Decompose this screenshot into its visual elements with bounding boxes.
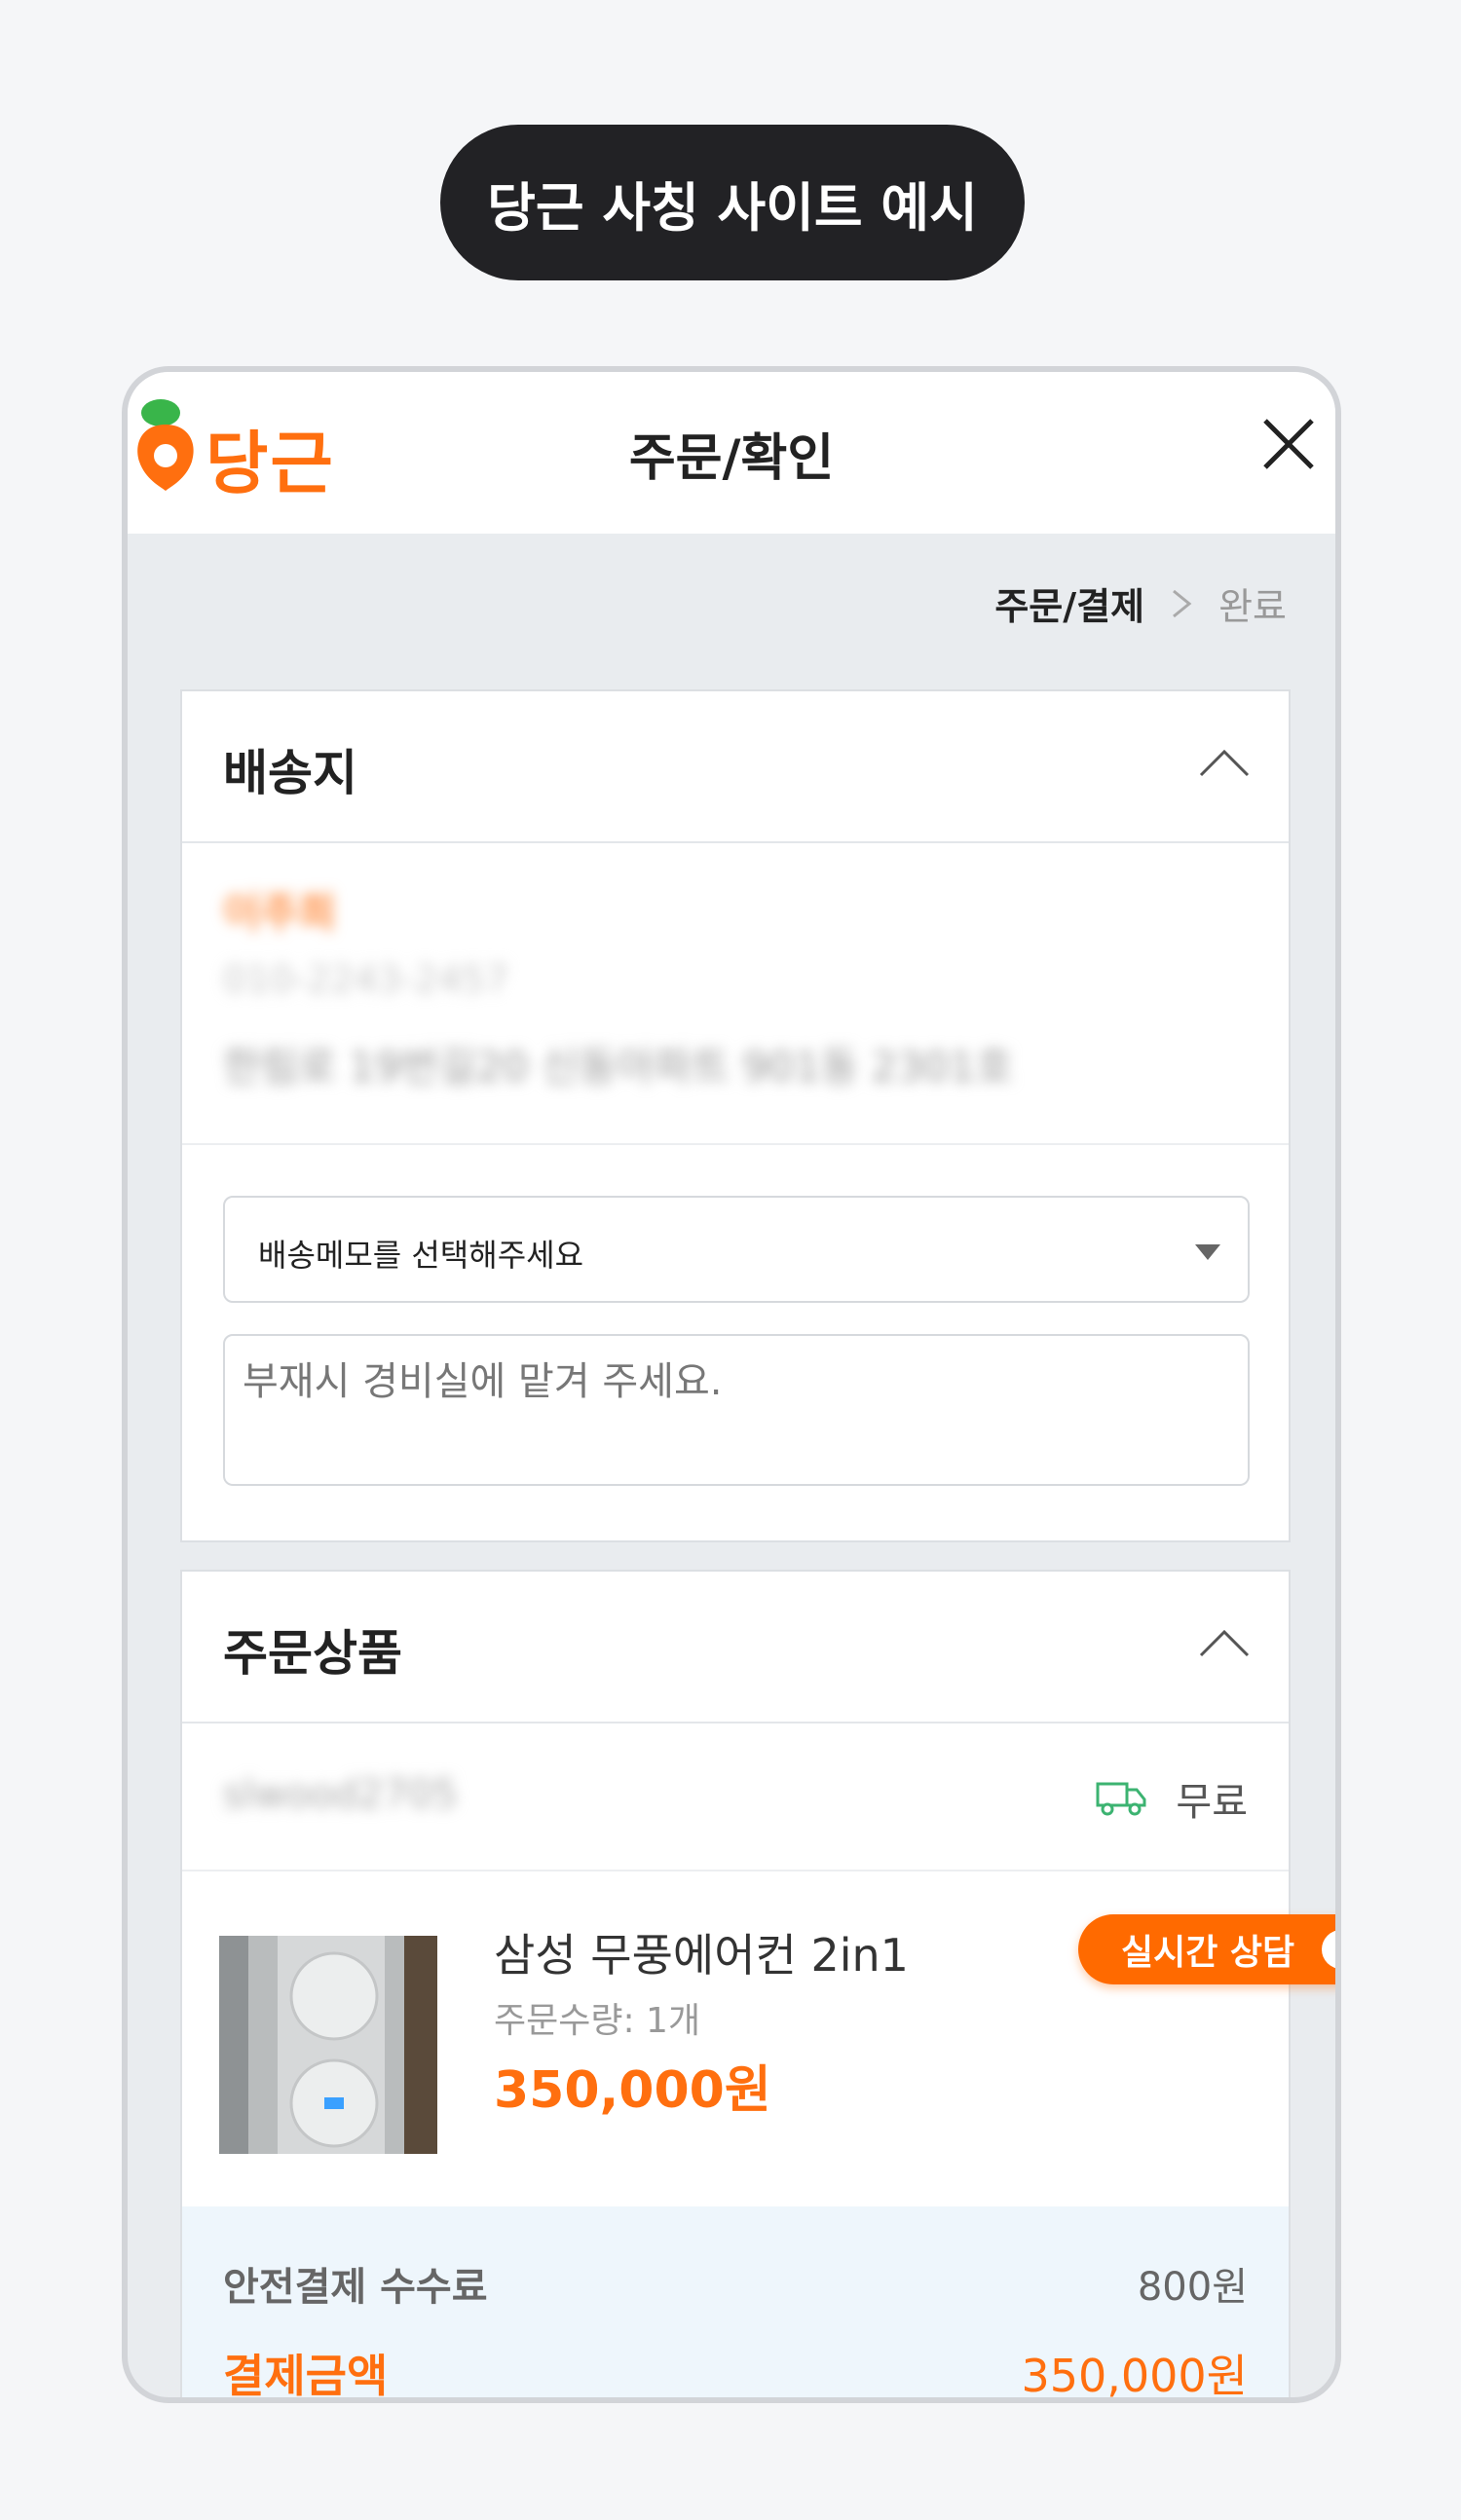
- truck-icon: [1096, 1782, 1146, 1816]
- divider: [182, 1143, 1289, 1145]
- play-icon: [1322, 1930, 1335, 1969]
- recipient-address: 한림로 19번길20 신동아파트 901동 2301호: [223, 1043, 1014, 1091]
- product-name: 삼성 무풍에어컨 2in1: [494, 1929, 909, 1982]
- product-quantity: 주문수량: 1개: [494, 2001, 701, 2041]
- close-icon[interactable]: [1259, 415, 1318, 473]
- shipping-fee: 무료: [1176, 1780, 1248, 1825]
- payment-summary: 안전결제 수수료 800원 결제금액 350,000원: [182, 2206, 1289, 2402]
- shipping-card: 배송지 이주희 010-2243-2457 한림로 19번길20 신동아파트 9…: [180, 689, 1291, 1542]
- top-bar: 당근 주문/확인: [128, 372, 1335, 534]
- chevron-up-icon[interactable]: [1197, 1626, 1252, 1659]
- step-current: 주문/결제: [994, 585, 1145, 628]
- live-chat-label: 실시간 상담: [1121, 1933, 1295, 1973]
- phone-frame: 당근 주문/확인 주문/결제 완료 배송지 이주희 010-2243-2457 …: [122, 366, 1341, 2403]
- shipping-header[interactable]: 배송지: [182, 691, 1289, 843]
- live-chat-button[interactable]: 실시간 상담: [1078, 1914, 1335, 1984]
- total-label: 결제금액: [223, 2350, 389, 2402]
- fee-label: 안전결제 수수료: [223, 2265, 488, 2310]
- chevron-up-icon[interactable]: [1197, 746, 1252, 779]
- seller-id: slwood2705: [223, 1772, 458, 1817]
- delivery-memo-input[interactable]: 부재시 경비실에 맡겨 주세요.: [223, 1334, 1250, 1486]
- example-banner: 당근 사칭 사이트 예시: [440, 125, 1025, 280]
- shipping-title: 배송지: [223, 745, 357, 801]
- delivery-memo-select-value: 배송메모를 선택해주세요: [258, 1237, 584, 1274]
- delivery-memo-select[interactable]: 배송메모를 선택해주세요: [223, 1196, 1250, 1303]
- product-image[interactable]: [219, 1936, 437, 2154]
- chevron-right-icon: [1173, 589, 1192, 617]
- fee-value: 800원: [1137, 2265, 1248, 2310]
- order-title: 주문상품: [223, 1625, 402, 1682]
- recipient-phone: 010-2243-2457: [223, 958, 509, 1001]
- step-next: 완료: [1218, 585, 1287, 628]
- order-card: 주문상품 slwood2705 무료 삼성 무풍에어컨 2in1 주문수량: 1…: [180, 1570, 1291, 2402]
- order-header[interactable]: 주문상품: [182, 1572, 1289, 1723]
- page-title: 주문/확인: [628, 429, 835, 488]
- caret-down-icon: [1195, 1244, 1220, 1260]
- product-price: 350,000원: [494, 2061, 771, 2120]
- total-value: 350,000원: [1021, 2350, 1248, 2402]
- order-steps: 주문/결제 완료: [994, 576, 1287, 630]
- recipient-name: 이주희: [223, 889, 336, 937]
- seller-row: slwood2705 무료: [182, 1722, 1289, 1871]
